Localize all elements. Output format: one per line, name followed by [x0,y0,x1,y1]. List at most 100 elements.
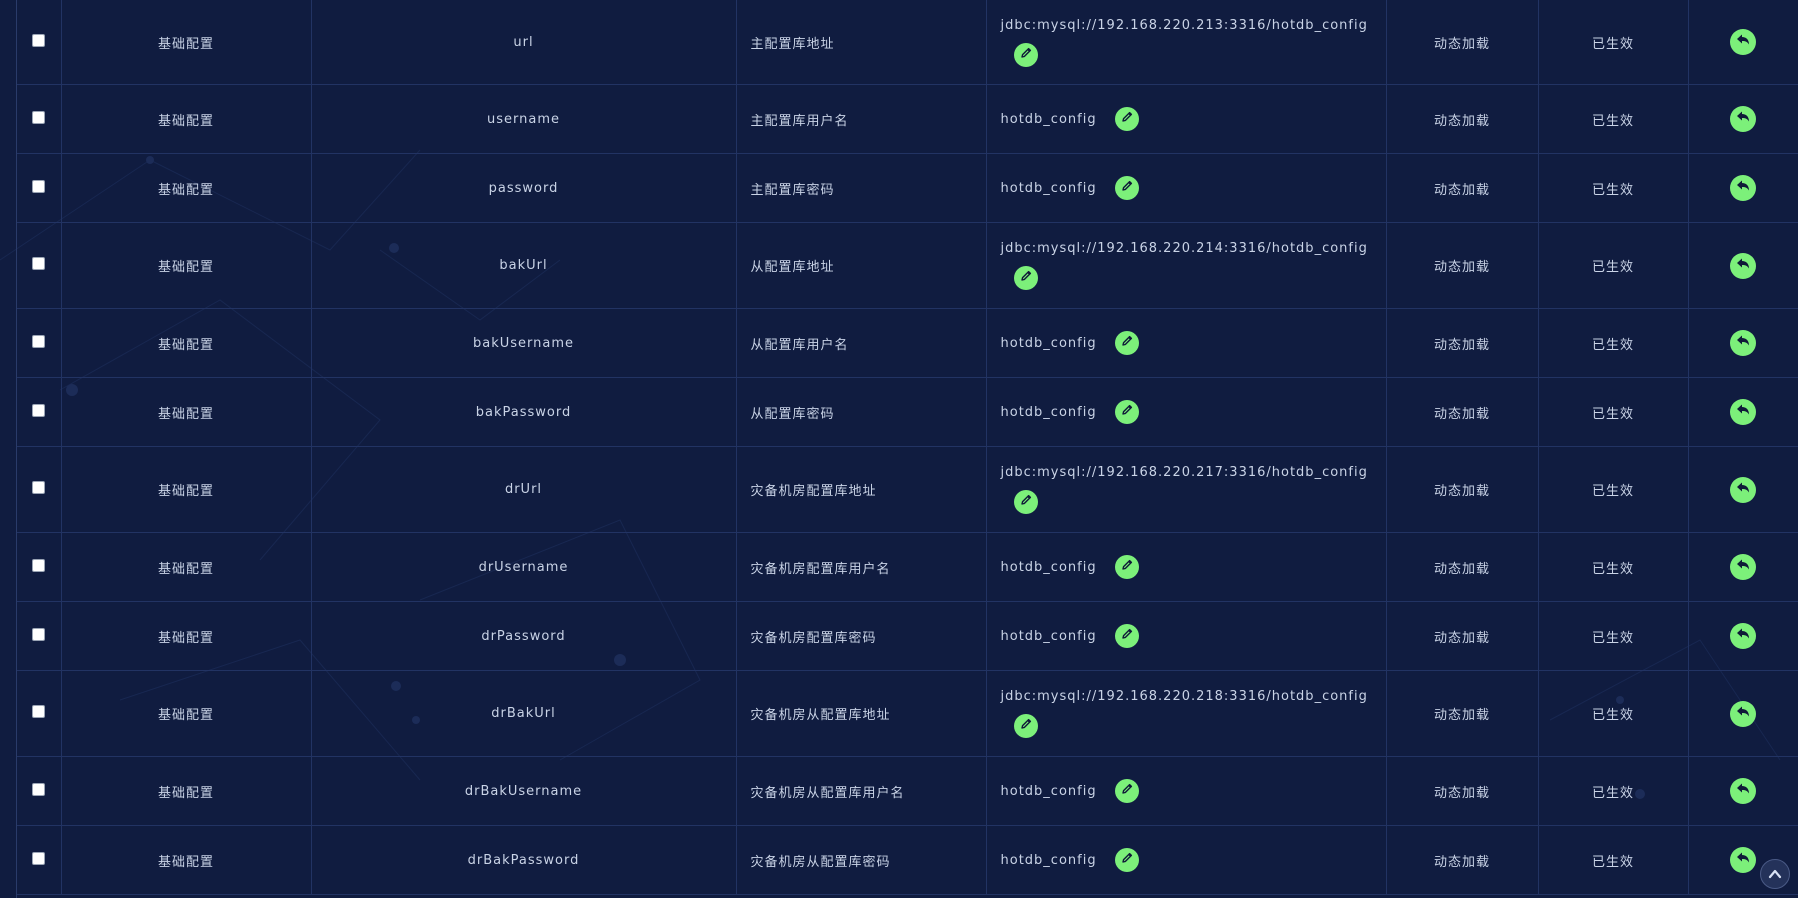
revert-button[interactable] [1730,29,1756,55]
value-cell: jdbc:mysql://192.168.220.214:3316/hotdb_… [986,222,1387,309]
select-cell [17,153,62,223]
undo-icon [1735,256,1751,276]
category-cell: 基础配置 [61,0,312,85]
value-wrapper: jdbc:mysql://192.168.220.217:3316/hotdb_… [1001,465,1386,514]
status-cell: 已生效 [1538,0,1689,85]
value-cell: hotdb_config [986,756,1387,826]
category-cell: 基础配置 [61,825,312,895]
edit-value-button[interactable] [1114,331,1139,355]
value-cell: hotdb_config [986,601,1387,671]
config-table-container: 基础配置 url 主配置库地址 jdbc:mysql://192.168.220… [16,0,1798,898]
select-cell [17,446,62,533]
select-cell [17,222,62,309]
row-checkbox[interactable] [32,334,46,348]
status-cell: 已生效 [1538,308,1689,378]
row-checkbox[interactable] [32,110,46,124]
pencil-icon [1019,493,1033,511]
table-row: 基础配置 password 主配置库密码 hotdb_config 动态加载 已… [17,153,1798,223]
description-cell: 灾备机房配置库密码 [736,601,987,671]
edit-value-button[interactable] [1114,400,1139,424]
config-value: jdbc:mysql://192.168.220.213:3316/hotdb_… [1000,17,1368,33]
config-value: hotdb_config [1000,404,1097,420]
row-checkbox[interactable] [32,558,46,572]
scroll-to-top-button[interactable] [1760,859,1790,889]
row-checkbox[interactable] [32,705,46,718]
edit-value-button[interactable] [1114,624,1139,648]
value-wrapper: hotdb_config [1001,331,1386,355]
revert-button[interactable] [1730,252,1756,279]
pencil-icon [1019,46,1033,64]
undo-icon [1735,557,1751,577]
edit-value-button[interactable] [1114,848,1139,872]
status-cell: 已生效 [1538,222,1689,309]
revert-button[interactable] [1730,399,1756,425]
edit-value-button[interactable] [1114,779,1139,803]
description-cell: 灾备机房从配置库密码 [736,825,987,895]
description-cell: 灾备机房配置库地址 [736,446,987,533]
revert-button[interactable] [1730,330,1756,356]
revert-button[interactable] [1730,623,1756,649]
row-checkbox[interactable] [32,403,46,417]
edit-value-button[interactable] [1013,490,1038,514]
param-name-cell: bakPassword [311,377,737,447]
action-cell [1688,377,1798,447]
category-cell: 基础配置 [61,308,312,378]
revert-button[interactable] [1730,476,1756,503]
status-cell: 已生效 [1538,153,1689,223]
category-cell: 基础配置 [61,84,312,154]
table-row: 基础配置 drBakUsername 灾备机房从配置库用户名 hotdb_con… [17,756,1798,826]
description-cell: 灾备机房配置库用户名 [736,532,987,602]
row-checkbox[interactable] [32,782,46,796]
edit-value-button[interactable] [1013,42,1038,67]
edit-value-button[interactable] [1114,555,1139,579]
revert-button[interactable] [1730,847,1756,873]
pencil-icon [1120,782,1134,800]
value-wrapper: hotdb_config [1001,555,1386,579]
value-cell: jdbc:mysql://192.168.220.217:3316/hotdb_… [986,446,1387,533]
category-cell: 基础配置 [61,670,312,757]
status-cell: 已生效 [1538,532,1689,602]
revert-button[interactable] [1730,700,1756,727]
row-checkbox[interactable] [32,179,46,193]
description-cell: 从配置库密码 [736,377,987,447]
revert-button[interactable] [1730,175,1756,201]
table-row: 基础配置 bakUrl 从配置库地址 jdbc:mysql://192.168.… [17,222,1798,309]
action-cell [1688,222,1798,309]
row-checkbox[interactable] [32,257,46,270]
chevron-up-icon [1768,869,1782,879]
edit-value-button[interactable] [1114,176,1139,200]
category-cell: 基础配置 [61,601,312,671]
value-cell: hotdb_config [986,308,1387,378]
row-checkbox[interactable] [32,33,46,47]
select-cell [17,377,62,447]
revert-button[interactable] [1730,106,1756,132]
row-checkbox[interactable] [32,481,46,494]
revert-button[interactable] [1730,554,1756,580]
row-checkbox[interactable] [32,851,46,865]
revert-button[interactable] [1730,778,1756,804]
pencil-icon [1120,627,1134,645]
undo-icon [1735,480,1751,500]
config-value: jdbc:mysql://192.168.220.218:3316/hotdb_… [1000,689,1368,704]
value-wrapper: hotdb_config [1001,779,1386,803]
load-type-cell: 动态加载 [1386,153,1539,223]
param-name-cell: password [311,153,737,223]
table-row: 基础配置 bakPassword 从配置库密码 hotdb_config 动态加… [17,377,1798,447]
table-row: 基础配置 drUrl 灾备机房配置库地址 jdbc:mysql://192.16… [17,446,1798,533]
edit-value-button[interactable] [1114,107,1139,131]
config-value: hotdb_config [1000,852,1097,868]
value-wrapper: hotdb_config [1001,176,1386,200]
row-checkbox[interactable] [32,627,46,641]
config-value: hotdb_config [1000,628,1097,644]
edit-value-button[interactable] [1013,266,1038,290]
config-value: jdbc:mysql://192.168.220.214:3316/hotdb_… [1000,241,1368,256]
param-name-cell: drUrl [311,446,737,533]
status-cell: 已生效 [1538,825,1689,895]
config-value: hotdb_config [1000,180,1097,196]
edit-value-button[interactable] [1013,714,1038,738]
param-name-cell: drBakUsername [311,756,737,826]
action-cell [1688,153,1798,223]
table-row: 基础配置 drUsername 灾备机房配置库用户名 hotdb_config … [17,532,1798,602]
load-type-cell: 动态加载 [1386,0,1539,85]
table-row: 基础配置 bakUsername 从配置库用户名 hotdb_config 动态… [17,308,1798,378]
